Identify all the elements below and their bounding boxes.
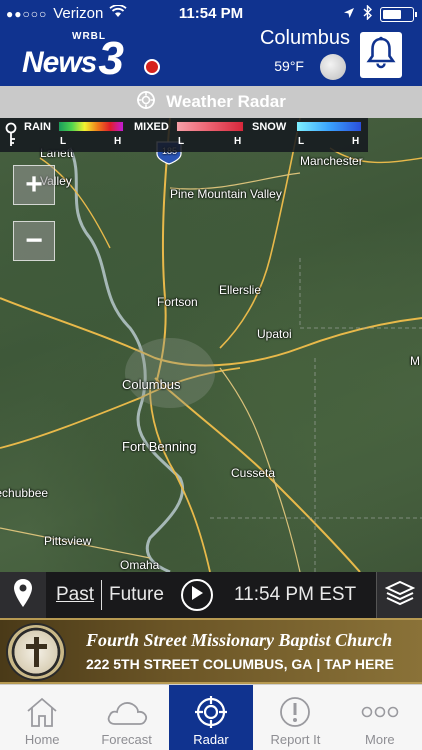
news3-logo[interactable]: WRBL News 3 xyxy=(22,31,160,84)
more-icon xyxy=(361,692,399,732)
zoom-in-button[interactable]: + xyxy=(13,165,55,205)
tab-label: Report It xyxy=(270,732,321,747)
layers-icon xyxy=(384,580,415,611)
current-temperature: 59°F xyxy=(274,58,304,74)
moon-icon xyxy=(320,54,346,80)
radar-timeline-bar: Past Future 11:54 PM EST xyxy=(0,572,422,618)
radar-icon xyxy=(194,692,228,732)
map-place-label: Pittsview xyxy=(44,534,92,548)
legend-mixed-high: H xyxy=(234,136,242,147)
location-arrow-icon xyxy=(343,6,355,23)
current-city[interactable]: Columbus xyxy=(260,27,350,50)
tab-report-it[interactable]: Report It xyxy=(253,685,337,750)
bottom-tab-bar: Home Forecast Radar Report It More xyxy=(0,684,422,750)
map-place-label: Fort Benning xyxy=(122,439,197,454)
map-place-label: Columbus xyxy=(122,377,181,392)
legend-rain-low: L xyxy=(60,136,67,147)
map-place-label: Cusseta xyxy=(231,466,276,480)
ad-separator: | xyxy=(316,656,321,672)
weather-radar-title-bar: Weather Radar xyxy=(0,86,422,118)
radar-legend: RAIN L H MIXED L H SNOW L H xyxy=(0,118,368,152)
map-place-label: Pine Mountain Valley xyxy=(170,187,282,201)
bell-icon xyxy=(366,36,396,75)
radar-map[interactable]: Lanett Valley Manchester Pine Mountain V… xyxy=(0,118,422,572)
tab-label: Home xyxy=(24,732,60,747)
map-place-label: Fortson xyxy=(157,295,198,309)
logo-callsign: WRBL xyxy=(72,31,106,42)
my-location-button[interactable] xyxy=(0,572,46,618)
logo-number: 3 xyxy=(98,32,124,84)
page-title: Weather Radar xyxy=(166,92,286,111)
zoom-out-button[interactable]: − xyxy=(13,221,55,261)
map-place-label: Manchester xyxy=(300,154,363,168)
tab-radar[interactable]: Radar xyxy=(168,685,254,750)
play-button[interactable] xyxy=(181,579,213,611)
play-icon xyxy=(190,585,204,606)
map-place-label: Omaha xyxy=(120,558,160,572)
alert-icon xyxy=(279,692,311,732)
map-place-label: Hatchechubbee xyxy=(0,486,49,500)
ad-address: 222 5TH STREET COLUMBUS, GA xyxy=(86,656,313,672)
tab-label: Forecast xyxy=(101,732,152,747)
radar-frame-time: 11:54 PM EST xyxy=(234,584,357,605)
layers-button[interactable] xyxy=(376,572,422,618)
tab-label: Radar xyxy=(193,732,229,747)
timebar-divider xyxy=(101,580,102,610)
sponsor-ad-banner[interactable]: Fourth Street Missionary Baptist Church … xyxy=(0,618,422,684)
bluetooth-icon xyxy=(363,4,373,24)
legend-snow-low: L xyxy=(298,136,305,147)
logo-text: News xyxy=(22,46,97,79)
map-place-label: Upatoi xyxy=(257,327,292,341)
future-toggle[interactable]: Future xyxy=(109,584,164,606)
legend-rain-label: RAIN xyxy=(24,121,51,133)
church-seal-logo xyxy=(6,623,66,681)
ad-cta: TAP HERE xyxy=(324,656,394,672)
alerts-button[interactable] xyxy=(360,32,402,78)
cbs-eye-icon xyxy=(144,59,160,75)
legend-mixed-low: L xyxy=(178,136,185,147)
past-toggle[interactable]: Past xyxy=(56,584,94,606)
legend-mixed-label: MIXED xyxy=(134,121,169,133)
tab-home[interactable]: Home xyxy=(0,685,84,750)
legend-rain-bar xyxy=(58,121,124,132)
map-place-label: Ellerslie xyxy=(219,283,262,297)
ad-title: Fourth Street Missionary Baptist Church xyxy=(86,630,393,650)
tab-more[interactable]: More xyxy=(338,685,422,750)
key-icon xyxy=(4,122,18,148)
tab-forecast[interactable]: Forecast xyxy=(84,685,168,750)
legend-mixed-bar xyxy=(176,121,244,132)
legend-rain-high: H xyxy=(114,136,122,147)
tab-label: More xyxy=(365,732,395,747)
battery-icon xyxy=(380,7,417,22)
map-pin-icon xyxy=(13,578,33,613)
legend-snow-high: H xyxy=(352,136,360,147)
map-place-label: M xyxy=(410,354,420,368)
home-icon xyxy=(25,692,59,732)
cloud-icon xyxy=(105,692,149,732)
crosshair-icon xyxy=(136,90,156,115)
legend-snow-label: SNOW xyxy=(252,121,287,133)
ad-subtitle: 222 5TH STREET COLUMBUS, GA | TAP HERE xyxy=(86,656,394,672)
status-bar: ●●○○○ Verizon 11:54 PM xyxy=(0,0,422,28)
legend-snow-bar xyxy=(296,121,362,132)
app-header: ●●○○○ Verizon 11:54 PM WRBL News 3 Colum… xyxy=(0,0,422,86)
